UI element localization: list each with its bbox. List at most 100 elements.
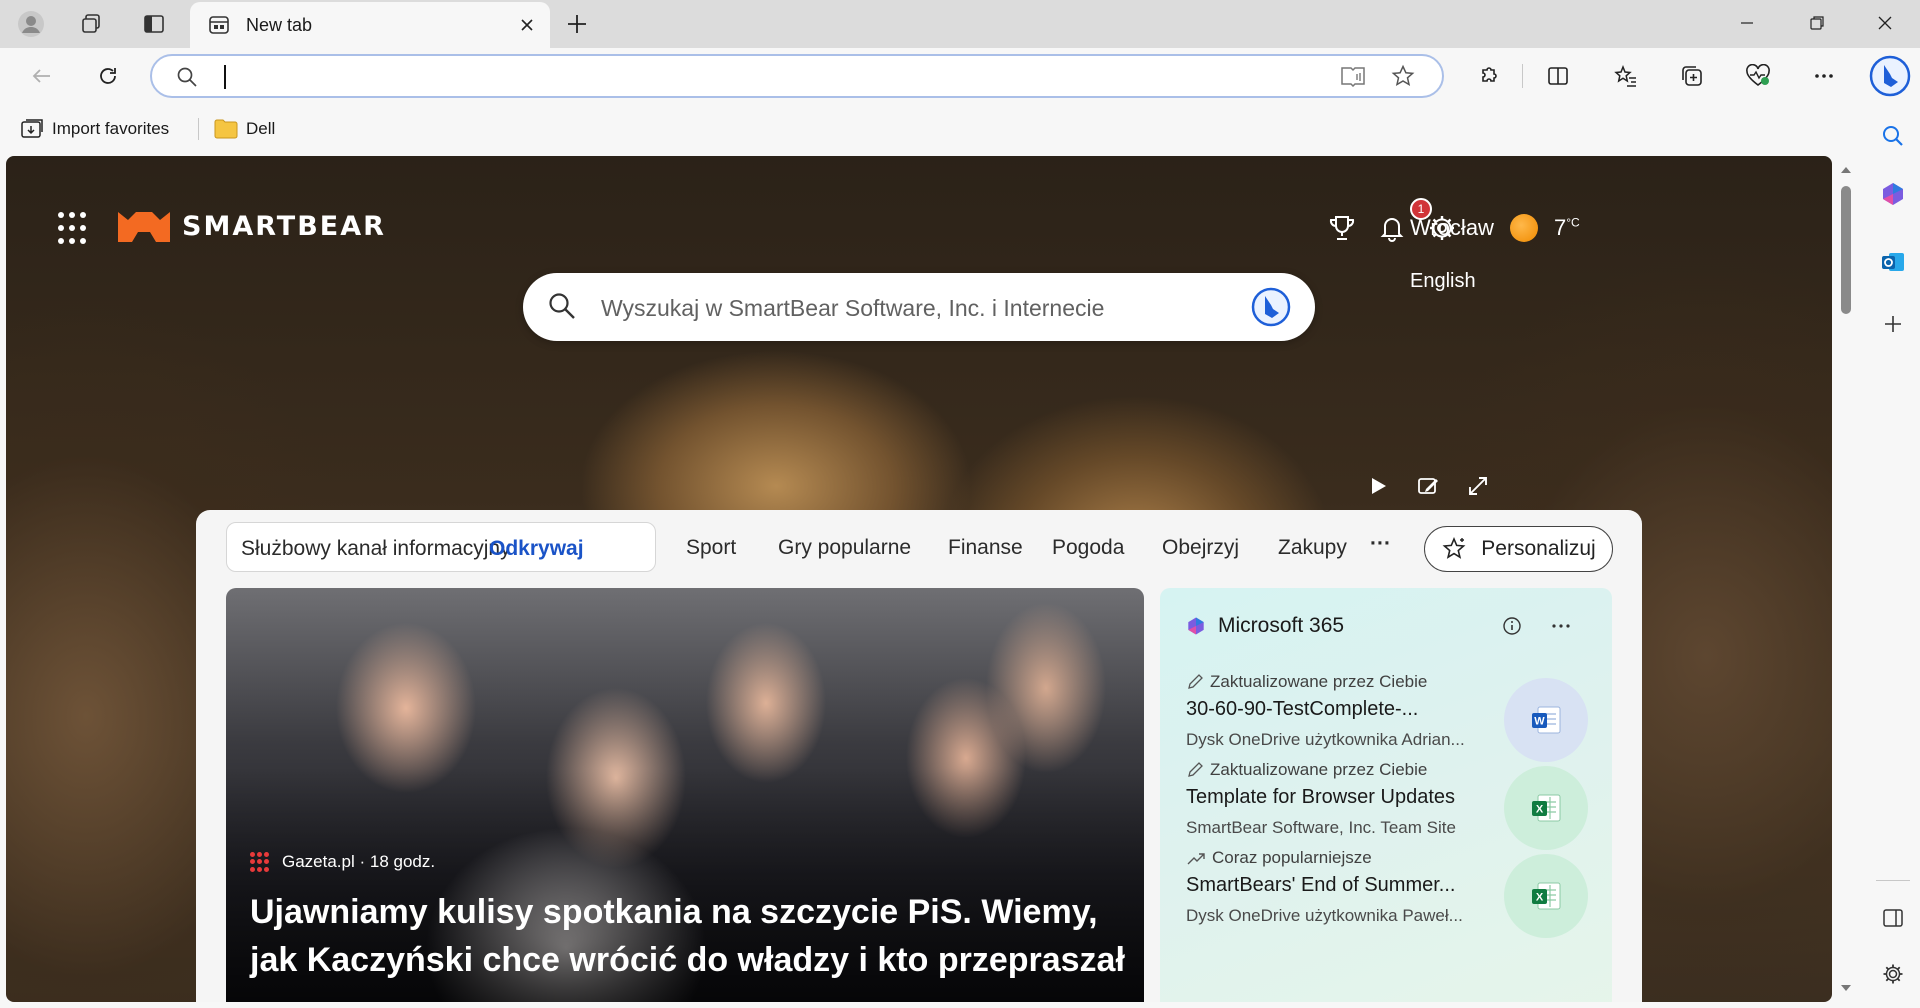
copilot-button[interactable] <box>1866 52 1914 100</box>
m365-title: Microsoft 365 <box>1218 614 1345 637</box>
play-icon <box>1372 478 1386 494</box>
sidebar-toggle-icon <box>1883 909 1903 927</box>
collections-button[interactable] <box>1672 58 1712 94</box>
app-launcher-dot <box>58 225 64 231</box>
rewards-button[interactable] <box>1322 208 1362 248</box>
notifications-button[interactable] <box>1372 208 1412 248</box>
smartbear-logo[interactable]: SMARTBEAR <box>114 204 386 248</box>
sidebar-outlook-button[interactable] <box>1875 244 1911 280</box>
address-input[interactable] <box>222 64 1322 88</box>
new-tab-page-icon <box>209 16 229 34</box>
scroll-up-arrow-icon <box>1841 167 1851 173</box>
doc-title[interactable]: 30-60-90-TestComplete-... <box>1186 698 1476 721</box>
restore-icon <box>1810 16 1824 30</box>
doc-title[interactable]: Template for Browser Updates <box>1186 786 1476 809</box>
sidebar-m365-button[interactable] <box>1875 176 1911 212</box>
gear-icon <box>1883 964 1903 984</box>
collections-icon <box>1682 66 1702 86</box>
hero-headline[interactable]: Ujawniamy kulisy spotkania na szczycie P… <box>250 888 1130 984</box>
m365-info-button[interactable] <box>1500 614 1524 638</box>
trending-icon <box>1186 849 1206 867</box>
personalize-label: Personalizuj <box>1481 537 1596 560</box>
tab-strip: New tab <box>0 0 1920 48</box>
more-horizontal-icon <box>1815 74 1833 78</box>
sidebar-search-button[interactable] <box>1875 118 1911 154</box>
extensions-button[interactable] <box>1468 58 1508 94</box>
more-horizontal-icon <box>1552 624 1570 628</box>
personalize-button[interactable]: Personalizuj <box>1424 526 1613 572</box>
restore-button[interactable] <box>1782 0 1852 46</box>
immersive-reader-icon <box>1341 67 1365 87</box>
sidebar-divider <box>1876 880 1910 881</box>
word-file-icon: W <box>1504 678 1588 762</box>
language-link[interactable]: English <box>1410 270 1476 293</box>
refresh-button[interactable] <box>88 58 128 94</box>
bing-chat-button[interactable] <box>1249 285 1293 329</box>
web-search-box[interactable] <box>523 273 1315 341</box>
trophy-icon <box>1329 216 1355 240</box>
app-launcher-dot <box>69 212 75 218</box>
toolbar-divider <box>1522 64 1523 88</box>
text-caret <box>224 65 226 89</box>
tab-discover[interactable]: Odkrywaj <box>489 537 584 561</box>
settings-more-button[interactable] <box>1804 58 1844 94</box>
vertical-tabs-button[interactable] <box>137 8 171 40</box>
page-scrollbar[interactable] <box>1834 156 1858 1002</box>
tab-shopping[interactable]: Zakupy <box>1278 536 1347 560</box>
image-edit-icon <box>1418 478 1438 494</box>
more-tabs-button[interactable]: ··· <box>1370 532 1391 556</box>
doc-activity: Coraz popularniejsze <box>1186 848 1372 868</box>
favorites-bar-item-dell[interactable]: Dell <box>214 116 275 142</box>
app-launcher-button[interactable] <box>58 212 92 246</box>
close-window-button[interactable] <box>1850 0 1920 46</box>
minimize-button[interactable] <box>1712 0 1782 46</box>
favorites-button[interactable] <box>1606 58 1646 94</box>
tab-sport[interactable]: Sport <box>686 536 736 560</box>
m365-doc-item[interactable]: Coraz popularniejsze SmartBears' End of … <box>1186 848 1588 948</box>
page-settings-button[interactable] <box>1422 208 1462 248</box>
m365-doc-item[interactable]: Zaktualizowane przez Ciebie Template for… <box>1186 760 1588 860</box>
favorites-bar-label: Import favorites <box>52 119 170 138</box>
split-screen-button[interactable] <box>1538 58 1578 94</box>
doc-activity: Zaktualizowane przez Ciebie <box>1186 672 1427 692</box>
tab-watch[interactable]: Obejrzyj <box>1162 536 1239 560</box>
star-outline-icon <box>1391 64 1415 87</box>
app-launcher-dot <box>80 238 86 244</box>
doc-title[interactable]: SmartBears' End of Summer... <box>1186 874 1476 897</box>
web-search-input[interactable] <box>601 293 1221 323</box>
m365-doc-item[interactable]: Zaktualizowane przez Ciebie 30-60-90-Tes… <box>1186 672 1588 772</box>
scrollbar-thumb[interactable] <box>1841 186 1851 314</box>
add-favorite-button[interactable] <box>1388 62 1418 90</box>
sidebar-add-button[interactable] <box>1875 306 1911 342</box>
gazeta-logo-icon <box>250 852 270 872</box>
app-launcher-dot <box>69 238 75 244</box>
folder-icon <box>214 119 238 139</box>
m365-more-button[interactable] <box>1546 614 1576 638</box>
tab-weather[interactable]: Pogoda <box>1052 536 1124 560</box>
tab-work-feed[interactable]: Służbowy kanał informacyjny <box>241 537 511 561</box>
active-tab[interactable]: New tab <box>190 2 550 48</box>
brand-name: SMARTBEAR <box>182 210 386 242</box>
workspaces-button[interactable] <box>74 8 108 40</box>
tab-close-button[interactable] <box>514 12 540 38</box>
browser-essentials-button[interactable] <box>1738 58 1778 94</box>
back-button[interactable] <box>22 58 62 94</box>
edit-background-button[interactable] <box>1410 468 1446 504</box>
tab-finance[interactable]: Finanse <box>948 536 1023 560</box>
hide-sidebar-button[interactable] <box>1875 900 1911 936</box>
new-tab-button[interactable] <box>560 7 594 41</box>
favorites-bar-item-import[interactable]: Import favorites <box>20 116 169 142</box>
doc-activity-label: Zaktualizowane przez Ciebie <box>1210 672 1428 691</box>
sidebar-settings-button[interactable] <box>1875 956 1911 992</box>
profile-avatar-button[interactable] <box>14 8 48 40</box>
play-background-button[interactable] <box>1360 468 1396 504</box>
doc-activity-label: Zaktualizowane przez Ciebie <box>1210 760 1428 779</box>
tab-popular-games[interactable]: Gry popularne <box>778 536 911 560</box>
address-bar[interactable] <box>150 54 1444 98</box>
expand-background-button[interactable] <box>1460 468 1496 504</box>
gazeta-logo-dot <box>250 866 255 872</box>
search-icon <box>177 67 197 87</box>
immersive-reader-button[interactable] <box>1338 62 1368 90</box>
hero-news-card[interactable]: Gazeta.pl · 18 godz. Ujawniamy kulisy sp… <box>226 588 1144 1002</box>
gazeta-logo-dot <box>257 852 262 857</box>
